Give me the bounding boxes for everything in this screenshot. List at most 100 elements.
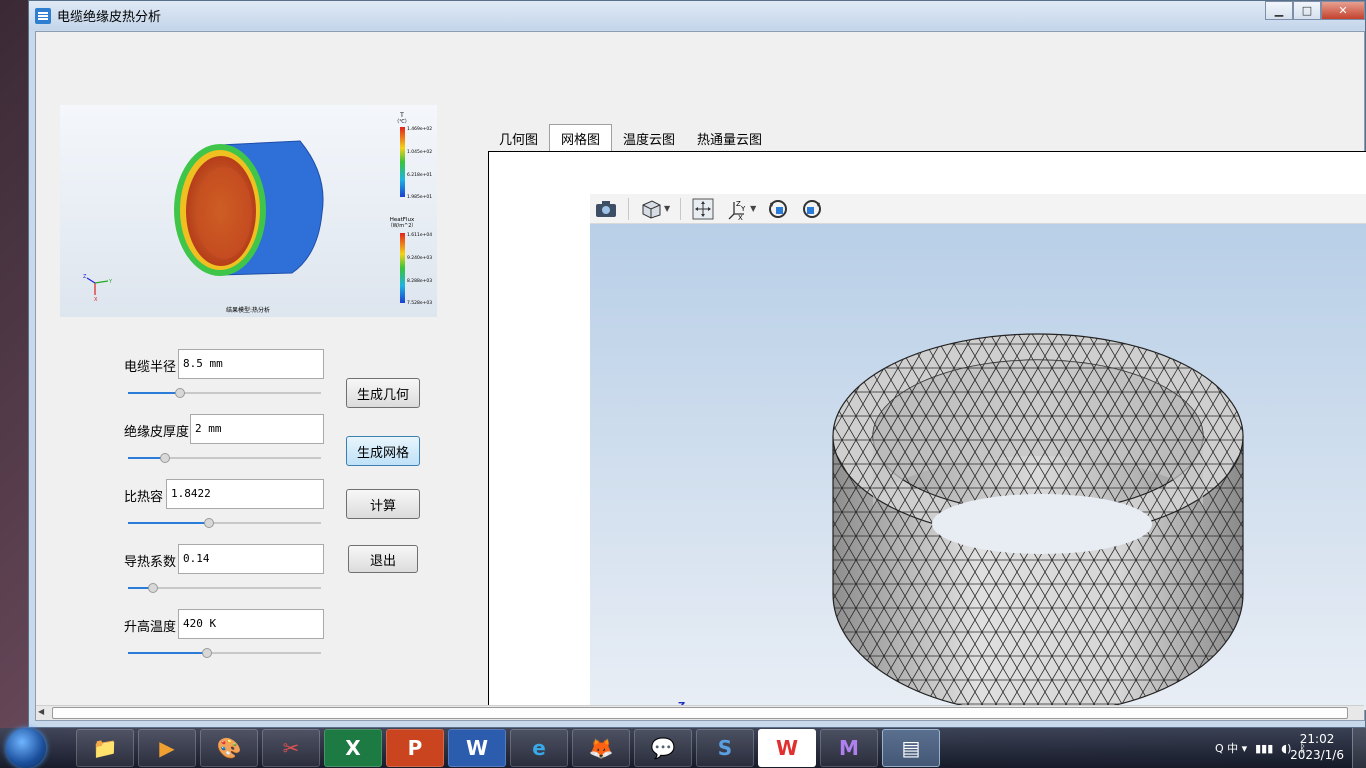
tab-heat-flux-contour[interactable]: 热通量云图 [686, 124, 773, 152]
wechat-icon[interactable]: 💬 [634, 729, 692, 767]
tab-geometry[interactable]: 几何图 [488, 124, 549, 152]
firefox-icon[interactable]: 🦊 [572, 729, 630, 767]
maximize-button[interactable]: □ [1293, 1, 1321, 20]
file-explorer-icon[interactable]: 📁 [76, 729, 134, 767]
word-icon[interactable]: W [448, 729, 506, 767]
viewer-toolbar: ▼ ZYX ▼ [590, 194, 1366, 224]
taskbar-apps: 📁 ▶ 🎨 ✂ X P W e 🦊 💬 S W M ▤ [76, 729, 944, 767]
slider-thumb[interactable] [175, 388, 185, 398]
temperature-rise-slider[interactable] [128, 646, 321, 660]
preview-axis-triad: X Y Z [83, 274, 113, 303]
svg-text:Y: Y [740, 205, 746, 213]
chevron-down-icon[interactable]: ▼ [664, 204, 670, 213]
start-button[interactable] [6, 728, 46, 768]
preview-caption: 结果模型:热分析 [226, 306, 270, 314]
flux-ticks: 1.611e+04 9.240e+03 8.288e+03 7.528e+03 [407, 232, 432, 306]
generate-mesh-button[interactable]: 生成网格 [346, 436, 420, 466]
svg-text:X: X [94, 297, 98, 303]
thermal-ring-figure: T （℃） 1.469e+02 1.045e+02 6.218e+01 1.98… [83, 112, 432, 314]
window-controls: ▁ □ ✕ [1265, 1, 1365, 20]
toolbar-separator [628, 197, 629, 220]
fit-view-icon[interactable] [691, 197, 715, 221]
temp-tick: 1.985e+01 [407, 194, 432, 200]
clock[interactable]: 21:02 2023/1/6 [1290, 731, 1344, 763]
thermal-analysis-app-icon[interactable]: ▤ [882, 729, 940, 767]
temp-ticks: 1.469e+02 1.045e+02 6.218e+01 1.985e+01 [407, 126, 432, 200]
slider-thumb[interactable] [160, 453, 170, 463]
taskbar: 📁 ▶ 🎨 ✂ X P W e 🦊 💬 S W M ▤ Q 中 ▾ ▮▮▮ ◖)… [0, 728, 1366, 768]
tab-temperature-contour[interactable]: 温度云图 [612, 124, 686, 152]
cable-radius-slider[interactable] [128, 386, 321, 400]
insulation-thickness-input[interactable]: 2 mm [190, 414, 324, 444]
excel-icon[interactable]: X [324, 729, 382, 767]
temp-tick: 1.045e+02 [407, 149, 432, 155]
insulation-thickness-slider[interactable] [128, 451, 321, 465]
specific-heat-input[interactable]: 1.8422 [166, 479, 324, 509]
rotate-right-icon[interactable] [800, 197, 824, 221]
title-bar[interactable]: 电缆绝缘皮热分析 ▁ □ ✕ [29, 1, 1365, 30]
toolbar-separator [680, 197, 682, 220]
generate-geometry-button[interactable]: 生成几何 [346, 378, 420, 408]
exit-button[interactable]: 退出 [348, 545, 418, 573]
param-label-thermal-conductivity: 导热系数 [124, 555, 177, 570]
flux-tick: 1.611e+04 [407, 232, 432, 238]
svg-text:Z: Z [83, 274, 87, 280]
view-tabs: 几何图 网格图 温度云图 热通量云图 [488, 124, 773, 152]
wps-icon[interactable]: W [758, 729, 816, 767]
app-icon [35, 7, 51, 24]
3d-viewer: ▼ ZYX ▼ [590, 194, 1366, 710]
tab-panel-mesh: ▼ ZYX ▼ [488, 151, 1366, 710]
thermal-conductivity-input[interactable]: 0.14 [178, 544, 324, 574]
client-area: T （℃） 1.469e+02 1.045e+02 6.218e+01 1.98… [35, 31, 1366, 721]
ime-indicator[interactable]: Q 中 ▾ [1215, 740, 1247, 756]
display-mode-icon[interactable] [639, 197, 663, 221]
show-desktop-button[interactable] [1352, 728, 1366, 768]
temp-tick: 1.469e+02 [407, 126, 432, 132]
slider-thumb[interactable] [148, 583, 158, 593]
clock-time: 21:02 [1299, 732, 1335, 746]
edge-browser-icon[interactable]: e [510, 729, 568, 767]
app-s-icon[interactable]: S [696, 729, 754, 767]
specific-heat-slider[interactable] [128, 516, 321, 530]
param-label-specific-heat: 比热容 [124, 490, 164, 505]
app-window: 电缆绝缘皮热分析 ▁ □ ✕ T （℃） 1.469e+02 1.045e+02… [28, 0, 1366, 728]
chevron-down-icon[interactable]: ▼ [750, 204, 756, 213]
result-preview-image: T （℃） 1.469e+02 1.045e+02 6.218e+01 1.98… [60, 105, 437, 317]
network-icon[interactable]: ▮▮▮ [1255, 742, 1273, 755]
powerpoint-icon[interactable]: P [386, 729, 444, 767]
clock-date: 2023/1/6 [1290, 748, 1344, 762]
window-title: 电缆绝缘皮热分析 [57, 10, 162, 25]
cable-radius-input[interactable]: 8.5 mm [178, 349, 324, 379]
param-label-cable-radius: 电缆半径 [124, 360, 177, 375]
slider-thumb[interactable] [202, 648, 212, 658]
scroll-left-icon[interactable]: ◀ [38, 707, 50, 719]
thermal-conductivity-slider[interactable] [128, 581, 321, 595]
svg-text:（W/m^2）: （W/m^2） [388, 223, 417, 229]
close-button[interactable]: ✕ [1321, 1, 1365, 20]
paint-icon[interactable]: 🎨 [200, 729, 258, 767]
param-label-temperature-rise: 升高温度 [124, 620, 177, 635]
temperature-rise-input[interactable]: 420 K [178, 609, 324, 639]
mesh-ring-model [832, 333, 1244, 710]
svg-text:X: X [738, 214, 743, 220]
slider-thumb[interactable] [204, 518, 214, 528]
scrollbar-thumb[interactable] [52, 707, 1348, 719]
svg-text:Y: Y [108, 279, 113, 285]
flux-tick: 7.528e+03 [407, 300, 432, 306]
camera-icon[interactable] [594, 197, 618, 221]
snipping-tool-icon[interactable]: ✂ [262, 729, 320, 767]
compute-button[interactable]: 计算 [346, 489, 420, 519]
minimize-button[interactable]: ▁ [1265, 1, 1293, 20]
temp-legend-title: T [399, 112, 404, 119]
mesh-scene[interactable]: Z [590, 224, 1366, 710]
app-m-icon[interactable]: M [820, 729, 878, 767]
flux-tick: 8.288e+03 [407, 278, 432, 284]
rotate-left-icon[interactable] [766, 197, 790, 221]
flux-tick: 9.240e+03 [407, 255, 432, 261]
temp-tick: 6.218e+01 [407, 172, 432, 178]
param-label-insulation-thickness: 绝缘皮厚度 [124, 425, 190, 440]
media-player-icon[interactable]: ▶ [138, 729, 196, 767]
tab-mesh[interactable]: 网格图 [549, 124, 613, 152]
horizontal-scrollbar[interactable]: ◀ [36, 705, 1364, 720]
axis-orientation-icon[interactable]: ZYX [725, 197, 749, 221]
